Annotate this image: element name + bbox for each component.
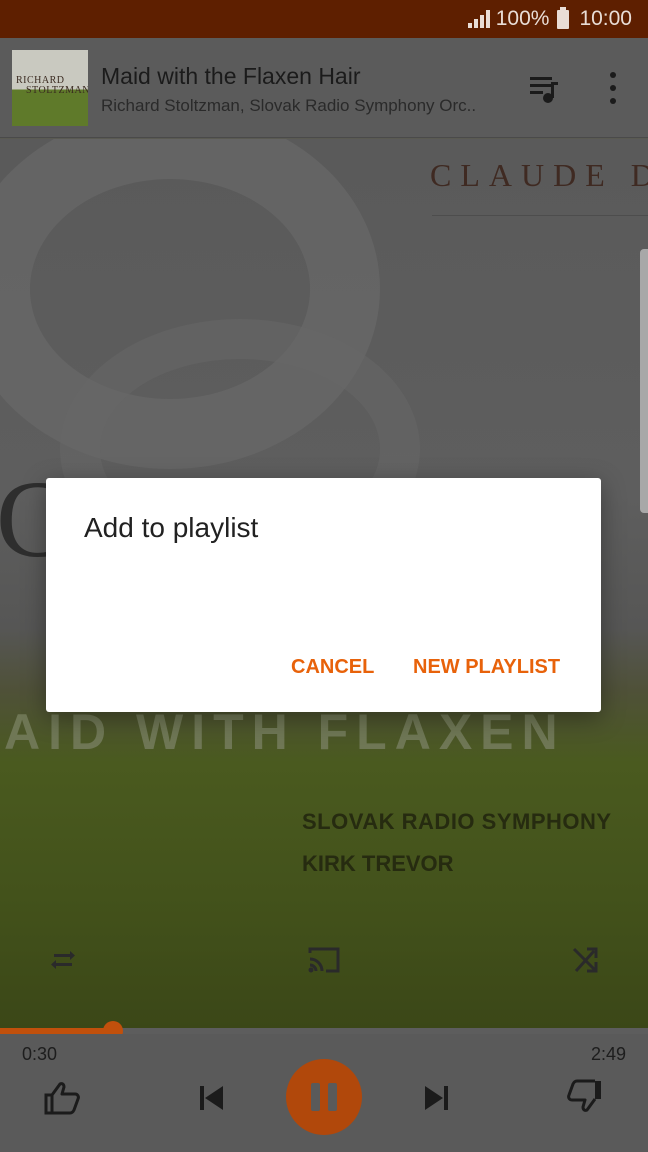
track-artist: Richard Stoltzman, Slovak Radio Symphony… xyxy=(101,96,477,115)
clock: 10:00 xyxy=(579,7,632,30)
thumb-down-icon[interactable] xyxy=(565,1078,605,1114)
pause-icon xyxy=(311,1083,320,1111)
album-art-credit: KIRK TREVOR xyxy=(302,851,454,876)
transport-controls: 0:30 2:49 xyxy=(0,1034,648,1152)
thumbnail-text: STOLTZMAN xyxy=(26,85,88,96)
album-art-composer: CLAUDE D xyxy=(430,157,648,193)
battery-icon xyxy=(557,6,570,29)
track-title: Maid with the Flaxen Hair xyxy=(101,63,361,89)
total-time: 2:49 xyxy=(590,1044,626,1064)
queue-music-icon[interactable] xyxy=(528,74,560,104)
album-thumbnail[interactable]: RICHARD STOLTZMAN xyxy=(12,50,88,126)
more-vert-icon[interactable] xyxy=(598,70,628,106)
new-playlist-button[interactable]: NEW PLAYLIST xyxy=(413,656,560,679)
repeat-icon[interactable] xyxy=(43,940,83,980)
cancel-button[interactable]: CANCEL xyxy=(291,656,374,679)
now-playing-header[interactable]: RICHARD STOLTZMAN Maid with the Flaxen H… xyxy=(0,38,648,138)
battery-percent: 100% xyxy=(495,7,550,30)
pause-icon xyxy=(328,1083,337,1111)
dialog-title: Add to playlist xyxy=(84,512,259,543)
skip-next-icon[interactable] xyxy=(420,1082,454,1114)
elapsed-time: 0:30 xyxy=(22,1044,58,1064)
shuffle-icon[interactable] xyxy=(565,940,605,980)
cast-icon[interactable] xyxy=(304,940,344,980)
signal-icon xyxy=(467,10,490,28)
add-to-playlist-dialog: Add to playlist CANCEL NEW PLAYLIST xyxy=(46,478,601,712)
thumb-up-icon[interactable] xyxy=(42,1080,82,1116)
status-bar: 100% 10:00 xyxy=(0,0,648,38)
skip-previous-icon[interactable] xyxy=(194,1082,228,1114)
side-handle[interactable] xyxy=(640,249,648,513)
pause-button[interactable] xyxy=(286,1059,362,1135)
secondary-controls xyxy=(0,940,648,990)
album-art-credit: SLOVAK RADIO SYMPHONY xyxy=(302,809,612,834)
